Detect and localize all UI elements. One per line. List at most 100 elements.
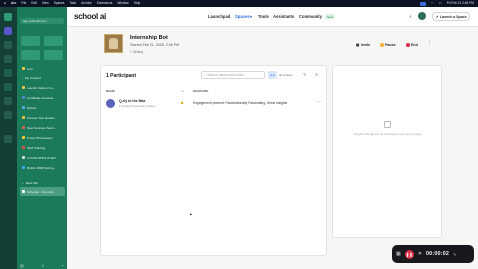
pinned-tile-4[interactable] — [44, 50, 63, 60]
sidebar-item[interactable]: HEA Training — [22, 143, 65, 152]
battery-icon[interactable]: ▭ — [439, 0, 442, 7]
pinned-tile-3[interactable] — [21, 50, 40, 60]
insights-icon — [384, 121, 391, 128]
menu-archive[interactable]: Archive — [81, 0, 92, 7]
menu-tabs[interactable]: Tabs — [69, 0, 76, 7]
more-options-icon[interactable]: ⋮ — [427, 40, 432, 46]
logo[interactable]: school ai — [74, 12, 106, 21]
stop-icon — [406, 43, 410, 47]
sidebar-item[interactable]: Power BI Features — [22, 133, 65, 142]
wifi-icon[interactable]: ◠ — [431, 0, 434, 7]
tab-favicon — [22, 156, 25, 159]
url-bar[interactable]: app.schoolai.com — [20, 18, 64, 24]
menu-window[interactable]: Window — [117, 0, 128, 7]
sidebar-item-label: Unti — [27, 66, 33, 71]
space-header: Internship Bot Started Feb 21, 2025, 2:4… — [67, 27, 478, 65]
help-icon[interactable] — [4, 111, 12, 119]
sidebar-item[interactable]: Launch Kalturo Co... — [22, 83, 65, 92]
table-row[interactable]: Q-rly to the Max 0 minutes 8 seconds min… — [104, 98, 324, 110]
plus-icon[interactable]: + — [62, 263, 64, 268]
menu-spaces[interactable]: Spaces — [54, 0, 65, 7]
sidebar-item-label: Dictios — [27, 105, 37, 110]
sidebar-item[interactable]: › My Content — [22, 73, 65, 82]
sidebar-item-label: My Content — [25, 75, 41, 80]
search-icon: ⌕ — [204, 73, 206, 77]
nav-launchpad[interactable]: Launchpad — [208, 14, 230, 19]
column-header-headline: HEADLINE — [193, 89, 209, 93]
menu-file[interactable]: File — [21, 0, 26, 7]
more-icon[interactable] — [4, 135, 12, 143]
sidebar-item[interactable]: New Success Sand... — [22, 123, 65, 132]
participant-duration: 0 minutes 8 seconds minutes — [119, 104, 156, 108]
activity-icon[interactable] — [4, 83, 12, 91]
pause-button[interactable]: Pause — [380, 41, 396, 49]
pen-icon[interactable]: ✎ — [453, 252, 456, 257]
setting-link[interactable]: + Setting — [130, 50, 143, 54]
menu-edit[interactable]: Edit — [31, 0, 37, 7]
nav-spaces[interactable]: Spaces — [235, 14, 250, 19]
chat-icon[interactable] — [4, 41, 12, 49]
clock[interactable]: Fri Feb 21 2:46 PM — [447, 0, 474, 7]
apple-icon[interactable]: ● — [4, 0, 6, 7]
notification-bell-icon[interactable]: ♪ — [409, 14, 412, 20]
groups-label: Groups — [282, 73, 293, 77]
pause-label: Pause — [385, 43, 396, 47]
pinned-tile-2[interactable] — [44, 36, 63, 46]
status-app-icon[interactable] — [419, 1, 426, 6]
tab-favicon — [22, 166, 25, 169]
chevron-down-icon[interactable]: ▾ — [250, 14, 252, 19]
sidebar-item[interactable]: Certificate Generat... — [22, 93, 65, 102]
sidebar-item[interactable]: Canvas Test Guides — [22, 113, 65, 122]
menu-arc[interactable]: Arc — [11, 0, 16, 7]
pinned-tile-1[interactable] — [21, 36, 40, 46]
home-icon[interactable] — [4, 13, 12, 21]
sidebar-item[interactable]: Dictios — [22, 103, 65, 112]
plus-icon: + — [22, 180, 24, 185]
participant-headline: Engagement present: Fascinationally Fasc… — [193, 101, 288, 105]
menu-view[interactable]: View — [42, 0, 49, 7]
download-icon[interactable]: ⇩ — [41, 263, 44, 268]
sidebar-item[interactable]: COVID ABTM 2L1ET — [22, 153, 65, 162]
new-tab-label: New Tab — [25, 180, 38, 185]
close-icon[interactable]: ✕ — [418, 251, 422, 257]
pause-recording-button[interactable]: ❚❚ — [404, 249, 414, 259]
refresh-icon[interactable]: ↻ — [315, 72, 318, 77]
sidebar-item[interactable]: Unti — [22, 64, 65, 73]
tab-favicon — [22, 96, 25, 99]
launch-space-button[interactable]: ↗ Launch a Space — [432, 12, 470, 21]
apps-icon[interactable] — [4, 97, 12, 105]
top-navigation: school ai Launchpad Spaces ▾ Tools Assis… — [67, 7, 478, 27]
tab-favicon — [22, 146, 25, 149]
workspace-icon[interactable] — [4, 27, 12, 35]
archive-icon[interactable]: ▤ — [20, 263, 24, 268]
avatar[interactable] — [418, 12, 426, 20]
nav-community[interactable]: Community — [299, 14, 322, 19]
tab-favicon — [22, 136, 25, 139]
sort-az-button[interactable]: A-Z — [268, 71, 277, 79]
sidebar-item[interactable]: BLDG 480R Spring... — [22, 163, 65, 172]
sidebar-item-label: BLDG 480R Spring... — [27, 165, 57, 170]
grid-icon[interactable]: ▦ — [396, 251, 401, 257]
sidebar-item-label: Certificate Generat... — [27, 95, 56, 100]
nav-tools[interactable]: Tools — [258, 14, 269, 19]
files-icon[interactable] — [4, 69, 12, 77]
invite-button[interactable]: ▦ Invite — [356, 41, 370, 49]
chevron-right-icon: › — [22, 75, 23, 80]
sidebar-item-active-tab[interactable]: Schoolai - Internsh... — [20, 187, 65, 196]
invite-label: Invite — [360, 43, 371, 47]
calendar-icon[interactable] — [4, 55, 12, 63]
menu-help[interactable]: Help — [134, 0, 141, 7]
search-input[interactable]: ⌕ Search names and chats — [201, 71, 265, 79]
sidebar-item-label: Schoolai - Internsh... — [27, 189, 56, 194]
groups-button[interactable]: ⊕ Groups — [279, 71, 292, 79]
sentiment-icon: ☺ — [181, 89, 185, 93]
space-thumbnail — [104, 34, 123, 53]
new-tab-button[interactable]: + New Tab — [22, 178, 65, 187]
edit-icon[interactable]: ✎ — [303, 72, 306, 77]
menu-extensions[interactable]: Extensions — [97, 0, 113, 7]
row-more-icon[interactable]: ⋯ — [316, 99, 321, 105]
nav-assistants[interactable]: Assistants — [273, 14, 294, 19]
sidebar-item-label: HEA Training — [27, 145, 46, 150]
insights-panel: Insights will appear as participants joi… — [332, 65, 442, 238]
end-button[interactable]: End — [406, 41, 418, 49]
